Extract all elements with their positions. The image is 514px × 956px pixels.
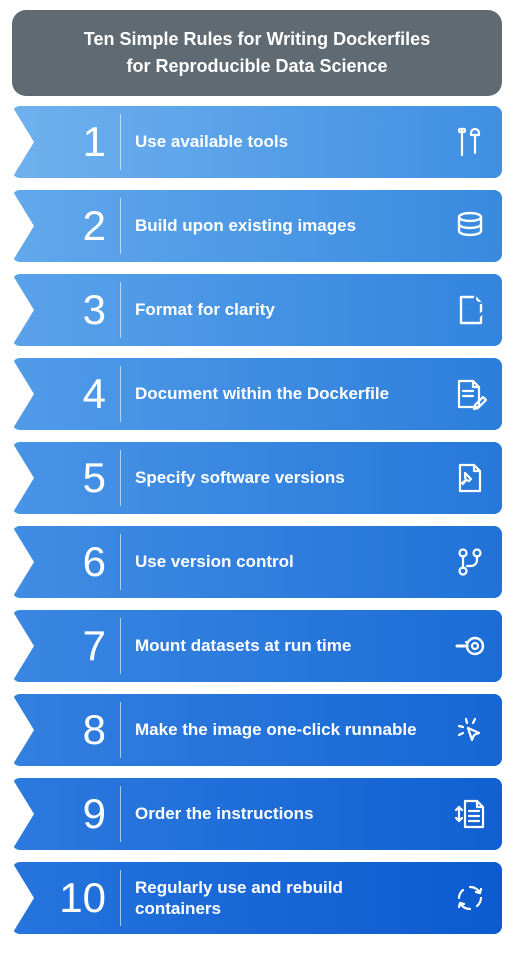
mount-icon xyxy=(438,610,502,682)
rule-label: Use available tools xyxy=(121,106,438,178)
rule-number: 4 xyxy=(12,358,120,430)
rule-item: 2Build upon existing images xyxy=(12,190,502,262)
rule-number: 7 xyxy=(12,610,120,682)
rule-number: 6 xyxy=(12,526,120,598)
rule-number: 8 xyxy=(12,694,120,766)
tools-icon xyxy=(438,106,502,178)
order-doc-icon xyxy=(438,778,502,850)
rule-item: 4Document within the Dockerfile xyxy=(12,358,502,430)
rule-number: 2 xyxy=(12,190,120,262)
rule-item: 10Regularly use and rebuild containers xyxy=(12,862,502,934)
rule-label: Use version control xyxy=(121,526,438,598)
rules-list: 1Use available tools2Build upon existing… xyxy=(12,106,502,934)
rule-number: 3 xyxy=(12,274,120,346)
pin-file-icon xyxy=(438,442,502,514)
rule-item: 5Specify software versions xyxy=(12,442,502,514)
database-icon xyxy=(438,190,502,262)
rule-item: 8Make the image one-click runnable xyxy=(12,694,502,766)
rule-number: 9 xyxy=(12,778,120,850)
rule-item: 9Order the instructions xyxy=(12,778,502,850)
title-line1: Ten Simple Rules for Writing Dockerfiles xyxy=(84,29,430,49)
rule-number: 5 xyxy=(12,442,120,514)
refresh-icon xyxy=(438,862,502,934)
rule-label: Mount datasets at run time xyxy=(121,610,438,682)
rule-number: 10 xyxy=(12,862,120,934)
rule-label: Regularly use and rebuild containers xyxy=(121,862,438,934)
rule-label: Order the instructions xyxy=(121,778,438,850)
git-branch-icon xyxy=(438,526,502,598)
checklist-icon xyxy=(438,274,502,346)
rule-label: Format for clarity xyxy=(121,274,438,346)
rule-label: Make the image one-click runnable xyxy=(121,694,438,766)
rule-number: 1 xyxy=(12,106,120,178)
rule-label: Specify software versions xyxy=(121,442,438,514)
rule-label: Build upon existing images xyxy=(121,190,438,262)
rule-item: 6Use version control xyxy=(12,526,502,598)
title-line2: for Reproducible Data Science xyxy=(126,56,387,76)
rule-item: 1Use available tools xyxy=(12,106,502,178)
edit-doc-icon xyxy=(438,358,502,430)
click-icon xyxy=(438,694,502,766)
rule-label: Document within the Dockerfile xyxy=(121,358,438,430)
page-title: Ten Simple Rules for Writing Dockerfiles… xyxy=(12,10,502,96)
rule-item: 3Format for clarity xyxy=(12,274,502,346)
rule-item: 7Mount datasets at run time xyxy=(12,610,502,682)
